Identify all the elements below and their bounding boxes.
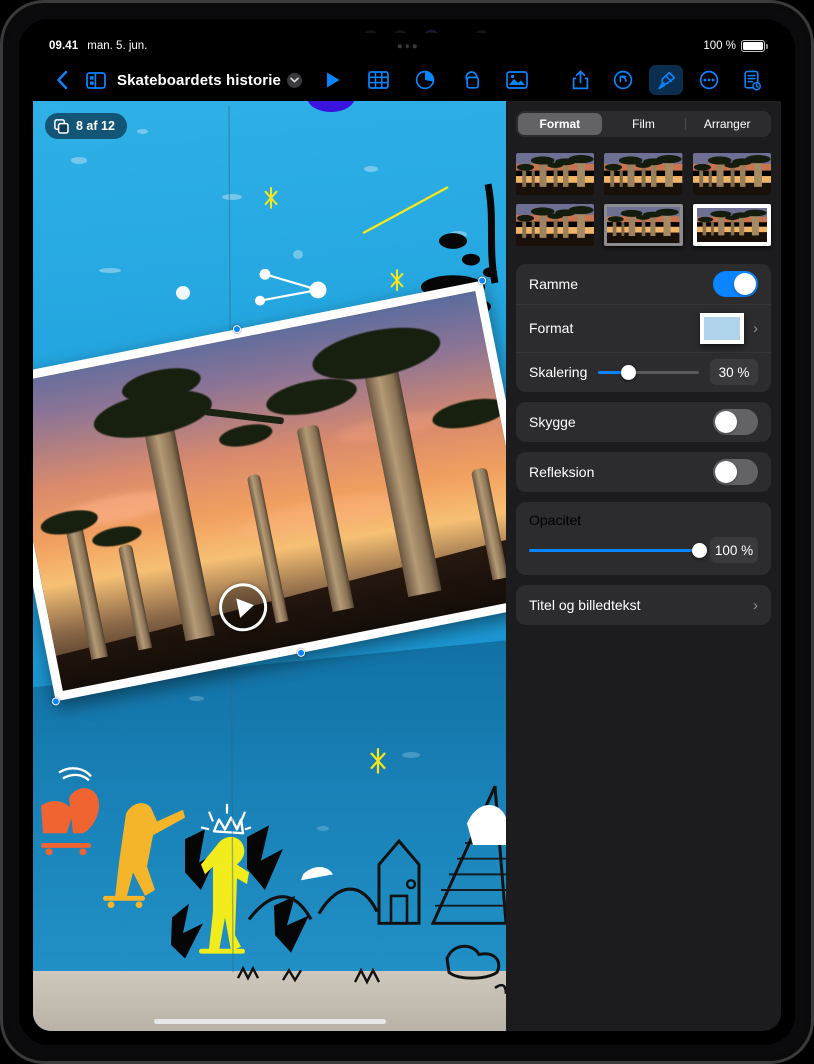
insert-chart-button[interactable] (408, 65, 442, 95)
battery-icon (741, 40, 768, 52)
device-bezel: 09.41 man. 5. jun. 100 % Skateboardets h… (19, 19, 795, 1045)
document-title-button[interactable]: Skateboardets historie (117, 72, 302, 89)
frame-toggle[interactable] (713, 271, 758, 297)
format-inspector-panel: Format Film Arranger Ramme Format › Skal… (506, 101, 781, 1031)
screen: 09.41 man. 5. jun. 100 % Skateboardets h… (33, 33, 781, 1031)
title-caption-label: Titel og billedtekst (529, 597, 641, 613)
frame-format-group: Ramme Format › Skalering 30 % (516, 264, 771, 392)
title-caption-row[interactable]: Titel og billedtekst › (516, 585, 771, 625)
shadow-group: Skygge (516, 402, 771, 442)
app-toolbar: Skateboardets historie (33, 59, 781, 101)
undo-arrow-icon (613, 70, 633, 90)
three-dots-icon (405, 44, 409, 48)
tab-film-label: Film (632, 117, 655, 131)
frame-row[interactable]: Ramme (516, 264, 771, 304)
paintbrush-icon (657, 71, 675, 89)
home-indicator[interactable] (153, 1019, 386, 1024)
back-button[interactable] (45, 65, 79, 95)
media-image-icon (506, 71, 528, 89)
reflection-group: Refleksion (516, 452, 771, 492)
style-preset-1[interactable] (516, 153, 595, 195)
sidebar-panel-icon (86, 71, 106, 89)
pie-chart-icon (415, 70, 435, 90)
scaling-slider[interactable] (598, 364, 699, 380)
more-ellipsis-icon (699, 70, 719, 90)
document-actions (563, 65, 769, 95)
insert-table-button[interactable] (362, 65, 396, 95)
frame-label: Ramme (529, 276, 579, 292)
slides-stack-icon (54, 118, 69, 134)
format-inspector-button[interactable] (649, 65, 683, 95)
more-options-button[interactable] (692, 65, 726, 95)
document-history-icon (743, 70, 761, 91)
navigator-toggle-button[interactable] (79, 65, 113, 95)
chevron-right-icon[interactable]: › (753, 597, 758, 614)
scaling-label: Skalering (529, 364, 588, 380)
document-options-button[interactable] (735, 65, 769, 95)
shadow-label: Skygge (529, 414, 576, 430)
reflection-toggle[interactable] (713, 459, 758, 485)
opacity-value[interactable]: 100 % (710, 537, 758, 563)
share-up-arrow-icon (572, 70, 588, 90)
chevron-down-icon[interactable] (286, 72, 302, 88)
insert-shape-button[interactable] (454, 65, 488, 95)
tab-format-label: Format (539, 117, 581, 131)
table-icon (368, 71, 390, 89)
status-time: 09.41 (49, 40, 79, 52)
tab-film[interactable]: Film (602, 113, 686, 135)
status-date: man. 5. jun. (87, 40, 148, 52)
app-body: 8 af 12 Format Film Arranger Ramme Forma… (33, 101, 781, 1031)
slide-counter-badge[interactable]: 8 af 12 (45, 113, 127, 139)
multitasking-control[interactable] (397, 44, 417, 48)
share-button[interactable] (563, 65, 597, 95)
shapes-icon (465, 71, 480, 89)
style-preset-6-selected[interactable] (692, 204, 771, 246)
opacity-group: Opacitet 100 % (516, 502, 771, 575)
style-preset-5[interactable] (604, 204, 683, 246)
inspector-tabs: Format Film Arranger (516, 111, 771, 137)
reflection-label: Refleksion (529, 464, 595, 480)
tab-format[interactable]: Format (518, 113, 602, 135)
status-bar: 09.41 man. 5. jun. 100 % (33, 33, 781, 59)
scaling-row[interactable]: Skalering 30 % (516, 352, 771, 392)
format-label: Format (529, 320, 574, 336)
play-presentation-button[interactable] (316, 65, 350, 95)
style-preset-2[interactable] (604, 153, 683, 195)
slide-canvas[interactable]: 8 af 12 (33, 101, 506, 1031)
page-title: Skateboardets historie (117, 71, 281, 89)
play-circle-icon (235, 595, 256, 619)
ipad-device: 09.41 man. 5. jun. 100 % Skateboardets h… (0, 0, 814, 1064)
undo-button[interactable] (606, 65, 640, 95)
opacity-row: Opacitet 100 % (516, 502, 771, 575)
title-caption-group: Titel og billedtekst › (516, 585, 771, 625)
chevron-right-icon[interactable]: › (753, 320, 758, 337)
three-dots-icon (412, 44, 417, 48)
slide-counter-label: 8 af 12 (76, 119, 115, 133)
scaling-value[interactable]: 30 % (710, 359, 758, 385)
opacity-label: Opacitet (529, 512, 582, 528)
battery-percent-label: 100 % (703, 40, 736, 52)
format-row[interactable]: Format › (516, 304, 771, 352)
opacity-slider[interactable] (529, 542, 707, 558)
shadow-toggle[interactable] (713, 409, 758, 435)
chevron-left-icon (57, 70, 68, 90)
style-preset-grid (516, 153, 771, 246)
play-icon (326, 72, 340, 88)
status-right: 100 % (703, 40, 768, 52)
insert-media-button[interactable] (500, 65, 534, 95)
status-left: 09.41 man. 5. jun. (49, 40, 147, 52)
frame-style-preview[interactable] (700, 312, 744, 344)
style-preset-3[interactable] (692, 153, 771, 195)
tab-arranger-label: Arranger (703, 117, 751, 131)
reflection-row[interactable]: Refleksion (516, 452, 771, 492)
tab-arranger[interactable]: Arranger (685, 113, 769, 135)
shadow-row[interactable]: Skygge (516, 402, 771, 442)
three-dots-icon (397, 44, 402, 48)
insert-tools (316, 65, 534, 95)
style-preset-4[interactable] (516, 204, 595, 246)
